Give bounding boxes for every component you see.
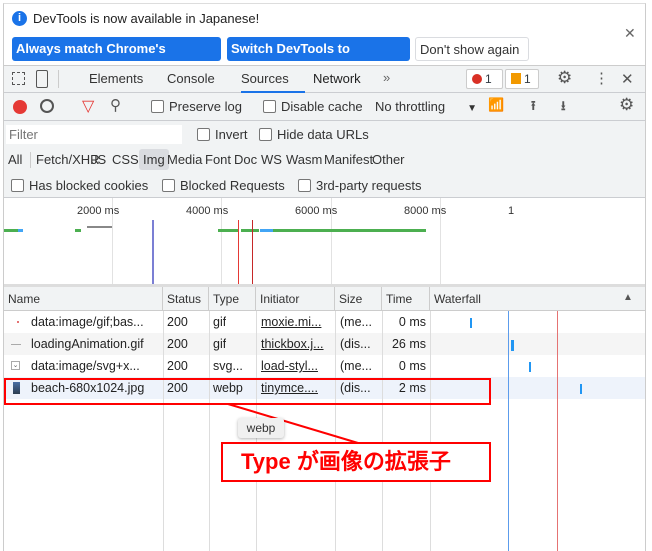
- annotation-label: Type が画像の拡張子: [221, 442, 491, 482]
- type-tooltip: webp: [238, 418, 284, 438]
